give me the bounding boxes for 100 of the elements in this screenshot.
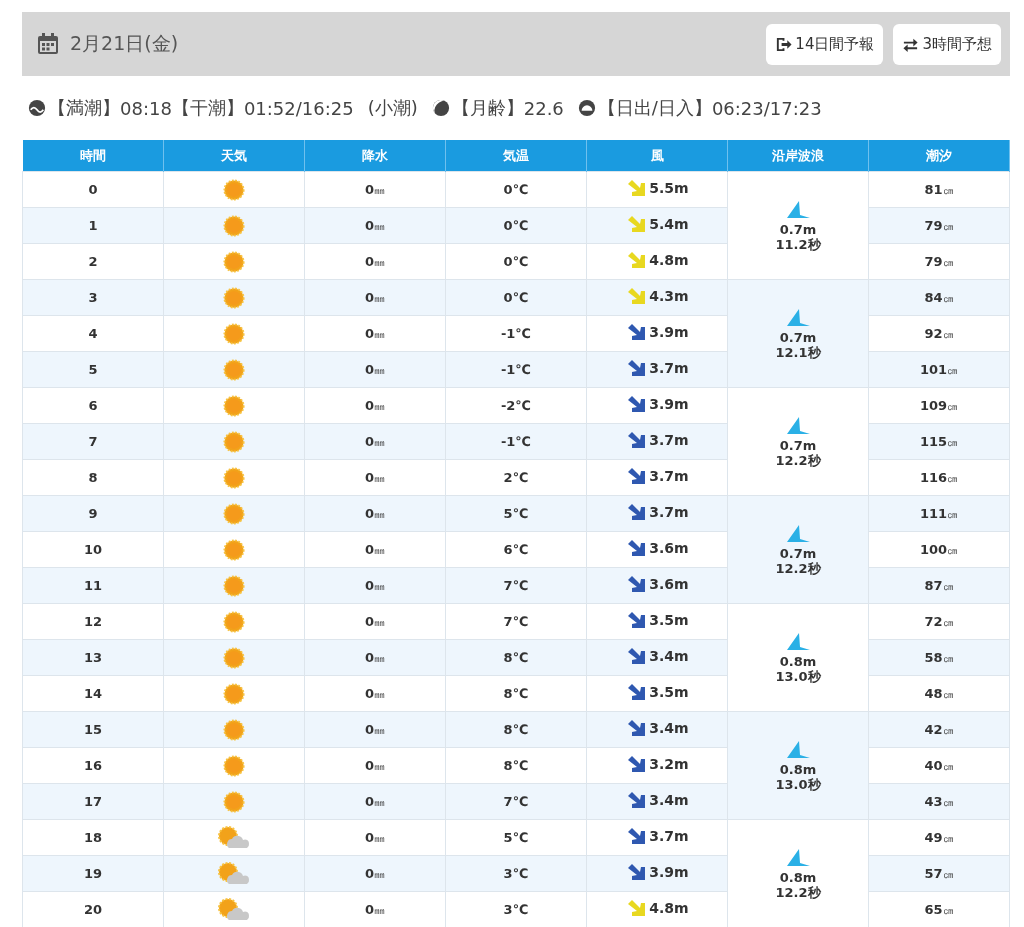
calendar-icon [36, 32, 60, 56]
wave-height: 0.7m [778, 437, 818, 453]
hour-cell: 5 [22, 351, 164, 388]
rain-cell: 0㎜ [304, 567, 446, 604]
hour-cell: 6 [22, 387, 164, 424]
temperature-cell: 8℃ [445, 639, 587, 676]
tide-cell: 115㎝ [868, 423, 1010, 460]
rain-cell: 0㎜ [304, 783, 446, 820]
hour-cell: 1 [22, 207, 164, 244]
rain-cell: 0㎜ [304, 207, 446, 244]
rain-cell: 0㎜ [304, 747, 446, 784]
temperature-cell: 6℃ [445, 531, 587, 568]
hour-cell: 10 [22, 531, 164, 568]
moon-age-label: 【月齢】 [451, 96, 524, 120]
wind-speed: 3.7m [649, 504, 689, 520]
sunrise-sunset-label: 【日出/日入】 [597, 96, 712, 120]
rain-cell: 0㎜ [304, 315, 446, 352]
rain-cell: 0㎜ [304, 891, 446, 927]
temperature-cell: 0℃ [445, 207, 587, 244]
temperature-cell: -1℃ [445, 351, 587, 388]
tide-cell: 92㎝ [868, 315, 1010, 352]
wind-speed: 3.7m [649, 360, 689, 376]
tide-cell: 101㎝ [868, 351, 1010, 388]
wave-height: 0.8m [778, 761, 818, 777]
temperature-cell: 7℃ [445, 783, 587, 820]
rain-cell: 0㎜ [304, 459, 446, 496]
wind-speed: 4.3m [649, 288, 689, 304]
wind-speed: 3.9m [649, 396, 689, 412]
column-header: 沿岸波浪 [727, 140, 869, 172]
rain-cell: 0㎜ [304, 171, 446, 208]
hour-cell: 3 [22, 279, 164, 316]
tide-icon [28, 99, 46, 117]
temperature-cell: 8℃ [445, 747, 587, 784]
hour-cell: 17 [22, 783, 164, 820]
wind-speed: 3.7m [649, 432, 689, 448]
tide-cell: 81㎝ [868, 171, 1010, 208]
wave-height: 0.8m [778, 869, 818, 885]
forecast-14day-button[interactable]: 14日間予報 [766, 23, 884, 65]
sunrise-icon [577, 99, 596, 117]
rain-cell: 0㎜ [304, 423, 446, 460]
temperature-cell: -1℃ [445, 315, 587, 352]
wave-period: 12.1秒 [774, 344, 822, 360]
hour-cell: 0 [22, 171, 164, 208]
rain-cell: 0㎜ [304, 243, 446, 280]
rain-cell: 0㎜ [304, 603, 446, 640]
low-tide-times: 01:52/16:25 [243, 97, 354, 119]
temperature-cell: 8℃ [445, 711, 587, 748]
tide-cell: 40㎝ [868, 747, 1010, 784]
tide-cell: 116㎝ [868, 459, 1010, 496]
temperature-cell: 0℃ [445, 243, 587, 280]
tide-cell: 42㎝ [868, 711, 1010, 748]
temperature-cell: 5℃ [445, 819, 587, 856]
tide-cell: 57㎝ [868, 855, 1010, 892]
tide-cell: 79㎝ [868, 243, 1010, 280]
temperature-cell: 5℃ [445, 495, 587, 532]
temperature-cell: -1℃ [445, 423, 587, 460]
rain-cell: 0㎜ [304, 495, 446, 532]
hour-cell: 7 [22, 423, 164, 460]
wind-speed: 3.6m [649, 540, 689, 556]
wind-speed: 4.8m [649, 900, 689, 916]
moon-phase-icon [431, 99, 450, 117]
wave-height: 0.7m [778, 545, 818, 561]
wind-speed: 3.5m [649, 612, 689, 628]
column-header: 風 [586, 140, 728, 172]
tide-cell: 109㎝ [868, 387, 1010, 424]
moon-age: 22.6 [523, 97, 564, 119]
hour-cell: 8 [22, 459, 164, 496]
hour-cell: 15 [22, 711, 164, 748]
temperature-cell: 7℃ [445, 603, 587, 640]
tide-cell: 87㎝ [868, 567, 1010, 604]
temperature-cell: -2℃ [445, 387, 587, 424]
column-header: 降水 [304, 140, 446, 172]
tide-cell: 49㎝ [868, 819, 1010, 856]
hour-cell: 14 [22, 675, 164, 712]
tide-cell: 65㎝ [868, 891, 1010, 927]
hour-cell: 11 [22, 567, 164, 604]
hour-cell: 2 [22, 243, 164, 280]
column-header: 天気 [163, 140, 305, 172]
hour-cell: 13 [22, 639, 164, 676]
forecast-3hour-button[interactable]: 3時間予想 [893, 23, 1001, 65]
column-header: 時間 [22, 140, 164, 172]
wave-height: 0.7m [778, 329, 818, 345]
wave-period: 12.2秒 [774, 884, 822, 900]
rain-cell: 0㎜ [304, 387, 446, 424]
wind-speed: 3.2m [649, 756, 689, 772]
temperature-cell: 7℃ [445, 567, 587, 604]
sunrise-sunset-times: 06:23/17:23 [711, 97, 822, 119]
wind-speed: 3.9m [649, 864, 689, 880]
hour-cell: 12 [22, 603, 164, 640]
rain-cell: 0㎜ [304, 855, 446, 892]
wave-height: 0.8m [778, 653, 818, 669]
hour-cell: 9 [22, 495, 164, 532]
temperature-cell: 0℃ [445, 171, 587, 208]
wind-speed: 3.5m [649, 684, 689, 700]
high-tide-time: 08:18 [120, 97, 172, 119]
rain-cell: 0㎜ [304, 675, 446, 712]
hour-cell: 19 [22, 855, 164, 892]
date-title: 2月21日(金) [70, 31, 179, 56]
low-tide-label: 【干潮】 [171, 96, 244, 120]
hour-cell: 18 [22, 819, 164, 856]
